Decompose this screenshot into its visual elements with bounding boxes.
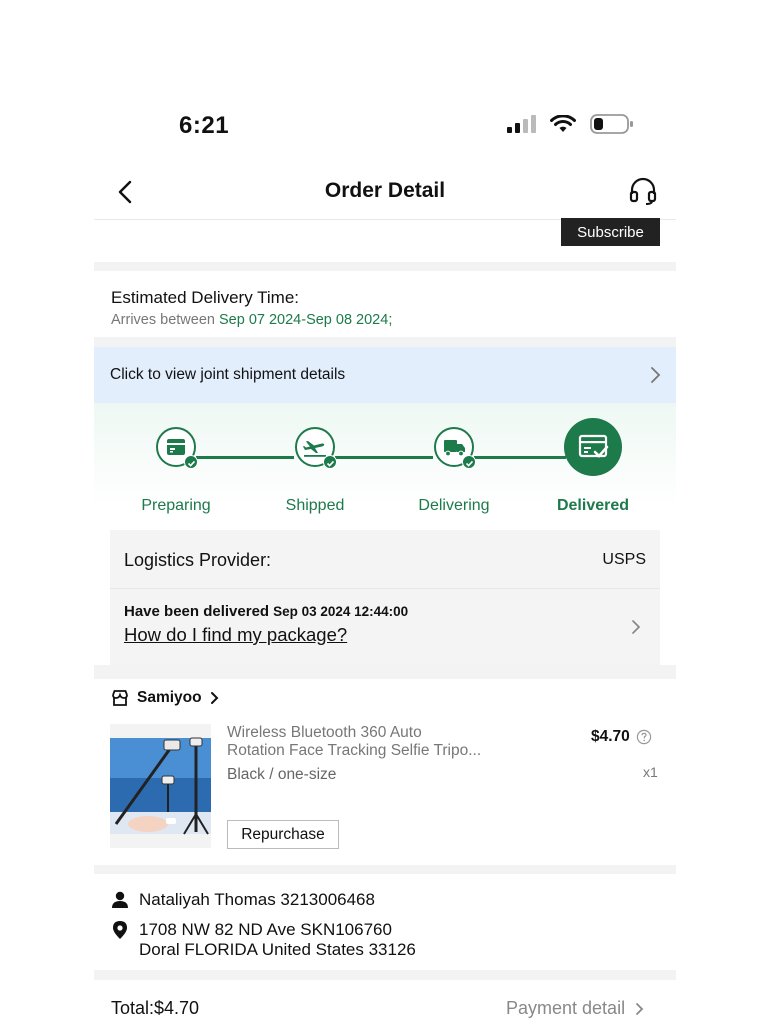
check-icon xyxy=(462,455,476,469)
help-circle-icon[interactable] xyxy=(636,729,652,745)
logistics-provider-label: Logistics Provider: xyxy=(124,550,272,570)
status-time: 6:21 xyxy=(179,112,230,139)
status-icons xyxy=(506,114,634,134)
step-label: Preparing xyxy=(141,497,211,514)
logistics-provider-value: USPS xyxy=(602,551,646,568)
joint-shipment-label: Click to view joint shipment details xyxy=(110,366,346,383)
chevron-right-icon xyxy=(651,367,661,383)
product-title-line: Rotation Face Tracking Selfie Tripo... xyxy=(227,742,482,759)
step-label: Delivering xyxy=(418,497,490,514)
address-line-1: 1708 NW 82 ND Ave SKN106760 xyxy=(139,920,392,939)
tracking-status-time: Sep 03 2024 12:44:00 xyxy=(273,604,409,619)
chevron-right-icon xyxy=(632,620,641,634)
find-package-link[interactable]: How do I find my package? xyxy=(124,624,347,646)
order-total: Total:$4.70 xyxy=(111,998,200,1018)
chevron-right-icon xyxy=(210,692,219,704)
price-value: $4.70 xyxy=(591,728,630,745)
check-icon xyxy=(184,455,198,469)
step-shipped: Shipped xyxy=(255,427,375,515)
logistics-provider-row: Logistics Provider: USPS xyxy=(110,530,660,589)
store-icon xyxy=(112,690,128,706)
nav-bar: Order Detail xyxy=(94,168,676,220)
delivered-box-icon xyxy=(578,434,609,458)
tracking-status-row[interactable]: Have been delivered Sep 03 2024 12:44:00 … xyxy=(110,590,660,665)
check-icon xyxy=(323,455,337,469)
step-delivered: Delivered xyxy=(533,418,653,515)
headset-icon[interactable] xyxy=(628,176,658,206)
step-label: Shipped xyxy=(285,497,345,514)
payment-detail-label: Payment detail xyxy=(506,998,626,1018)
product-title[interactable]: Wireless Bluetooth 360 Auto Rotation Fac… xyxy=(227,724,527,760)
section-divider xyxy=(94,865,676,874)
location-pin-icon xyxy=(113,921,127,939)
person-icon xyxy=(112,891,128,908)
section-divider xyxy=(94,665,676,679)
product-image[interactable] xyxy=(110,724,211,848)
store-link[interactable]: Samiyoo xyxy=(111,689,220,707)
section-divider xyxy=(94,970,676,980)
battery-icon xyxy=(590,114,633,134)
store-name: Samiyoo xyxy=(137,689,202,706)
chevron-right-icon xyxy=(636,1002,644,1015)
joint-shipment-banner[interactable]: Click to view joint shipment details xyxy=(94,347,676,403)
estimated-delivery-range: Arrives between Sep 07 2024-Sep 08 2024; xyxy=(111,312,392,328)
wifi-icon xyxy=(550,115,576,132)
cellular-signal-icon xyxy=(507,115,536,133)
step-preparing: Preparing xyxy=(116,427,236,515)
product-quantity: x1 xyxy=(643,764,658,780)
logistics-card: Logistics Provider: USPS Have been deliv… xyxy=(110,530,660,665)
product-variant: Black / one-size xyxy=(227,766,337,783)
repurchase-button[interactable]: Repurchase xyxy=(227,820,339,849)
status-bar: 6:21 xyxy=(0,108,768,144)
address-line-2: Doral FLORIDA United States 33126 xyxy=(139,940,416,959)
section-divider xyxy=(94,337,676,347)
page-title: Order Detail xyxy=(324,179,446,202)
contact-row: Nataliyah Thomas 3213006468 xyxy=(111,890,375,910)
address-text: 1708 NW 82 ND Ave SKN106760 Doral FLORID… xyxy=(139,920,416,960)
contact-name-phone: Nataliyah Thomas 3213006468 xyxy=(139,890,375,909)
product-price: $4.70 xyxy=(591,728,652,746)
address-row: 1708 NW 82 ND Ave SKN106760 Doral FLORID… xyxy=(111,920,416,960)
subscribe-button[interactable]: Subscribe xyxy=(561,218,660,246)
step-label: Delivered xyxy=(556,497,630,514)
section-divider xyxy=(94,262,676,271)
tracking-status: Have been delivered Sep 03 2024 12:44:00 xyxy=(124,603,408,620)
product-title-line: Wireless Bluetooth 360 Auto xyxy=(227,724,422,741)
tracking-status-text: Have been delivered xyxy=(124,603,270,620)
payment-detail-link[interactable]: Payment detail xyxy=(506,998,645,1019)
estimated-delivery-title: Estimated Delivery Time: xyxy=(111,288,299,307)
arrives-prefix: Arrives between xyxy=(111,312,219,328)
step-delivering: Delivering xyxy=(394,427,514,515)
arrives-date-range: Sep 07 2024-Sep 08 2024; xyxy=(219,312,393,328)
